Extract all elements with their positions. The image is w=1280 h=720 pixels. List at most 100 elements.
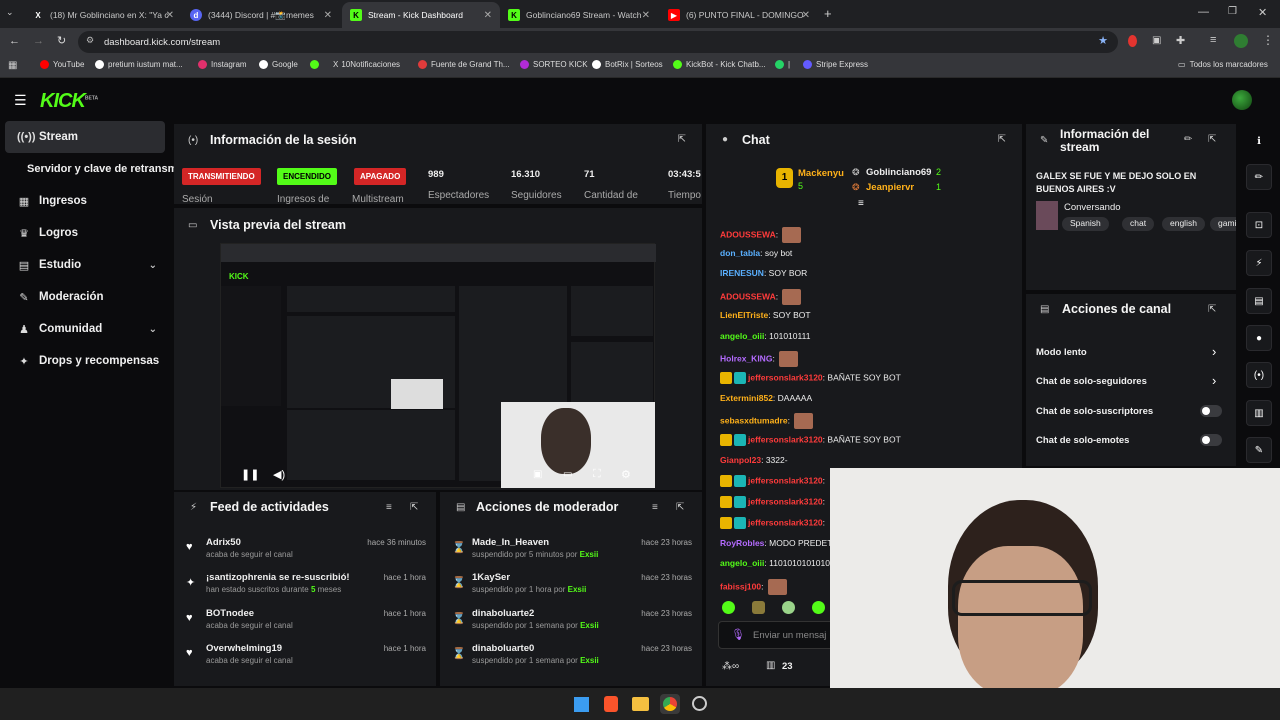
all-bookmarks[interactable]: ▭ Todos los marcadores bbox=[1178, 60, 1268, 69]
pip-icon[interactable]: ▣ bbox=[533, 469, 542, 480]
chevron-right-icon[interactable]: › bbox=[1212, 344, 1216, 359]
theater-icon[interactable]: ▭ bbox=[563, 469, 572, 480]
emote-icon[interactable] bbox=[812, 601, 825, 614]
lightning-icon[interactable]: ⚡ bbox=[1246, 250, 1272, 276]
chat-username[interactable]: angelo_oiii bbox=[720, 558, 764, 568]
back-icon[interactable]: ← bbox=[9, 35, 20, 47]
chat-username[interactable]: Extermini852 bbox=[720, 393, 773, 403]
chat-username[interactable]: RoyRobles bbox=[720, 538, 764, 548]
chat-username[interactable]: ADOUSSEWA bbox=[720, 229, 776, 239]
bookmark-whatsapp[interactable]: | bbox=[775, 60, 790, 69]
microphone-icon[interactable]: 🎙 bbox=[731, 628, 745, 641]
popout-icon[interactable]: ⇱ bbox=[1208, 304, 1216, 315]
close-window-icon[interactable]: ✕ bbox=[1258, 6, 1267, 19]
popout-icon[interactable]: ⇱ bbox=[410, 502, 418, 513]
sidebar-item-server-key[interactable]: Servidor y clave de retransm bbox=[5, 153, 175, 185]
option-label[interactable]: Modo lento bbox=[1036, 347, 1087, 358]
close-icon[interactable]: ✕ bbox=[802, 10, 810, 21]
tab-search-icon[interactable]: ⌄ bbox=[6, 7, 14, 18]
bookmark-google[interactable]: Google bbox=[259, 60, 298, 69]
chevron-down-icon[interactable]: ⌄ bbox=[149, 260, 157, 271]
close-icon[interactable]: ✕ bbox=[324, 10, 332, 21]
address-bar[interactable]: ⚙ dashboard.kick.com/stream ★ bbox=[78, 31, 1118, 53]
tab-discord[interactable]: d (3444) Discord | #📸memes ✕ bbox=[182, 2, 340, 28]
popout-icon[interactable]: ⇱ bbox=[678, 134, 686, 145]
chat-username[interactable]: angelo_oiii bbox=[720, 331, 764, 341]
media-icon[interactable]: ≡ bbox=[1210, 34, 1216, 46]
tab-youtube[interactable]: ▶ (6) PUNTO FINAL - DOMINGO ✕ bbox=[660, 2, 818, 28]
sidebar-item-stream[interactable]: ((•)) Stream bbox=[5, 121, 165, 153]
filter-icon[interactable]: ≡ bbox=[652, 502, 658, 513]
popout-icon[interactable]: ⇱ bbox=[676, 502, 684, 513]
file-explorer-icon[interactable] bbox=[632, 697, 649, 711]
clip-icon[interactable]: ⊡ bbox=[1246, 212, 1272, 238]
chevron-down-icon[interactable]: ⌄ bbox=[149, 324, 157, 335]
chat-username[interactable]: jeffersonslark3120 bbox=[748, 517, 823, 527]
close-icon[interactable]: ✕ bbox=[166, 10, 174, 21]
bookmark-grand-theft[interactable]: Fuente de Grand Th... bbox=[418, 60, 510, 69]
stream-video-player[interactable]: KICK ❚❚ ◀) ▣ ▭ ⛶ ⚙ bbox=[220, 243, 656, 488]
option-label[interactable]: Chat de solo-suscriptores bbox=[1036, 406, 1153, 417]
category-name[interactable]: Conversando bbox=[1064, 202, 1121, 213]
bookmark-botrix[interactable]: BotRix | Sorteos bbox=[592, 60, 663, 69]
pause-icon[interactable]: ❚❚ bbox=[241, 468, 259, 481]
extension-icon[interactable] bbox=[1128, 35, 1137, 47]
sidebar-item-comunidad[interactable]: ♟ Comunidad ⌄ bbox=[5, 313, 165, 345]
close-icon[interactable]: ✕ bbox=[484, 10, 492, 21]
toggle-switch[interactable] bbox=[1200, 434, 1222, 446]
emote-icon[interactable] bbox=[722, 601, 735, 614]
chevron-right-icon[interactable]: › bbox=[1212, 373, 1216, 388]
broadcast-icon[interactable]: (•) bbox=[1246, 362, 1272, 388]
profile-avatar[interactable] bbox=[1234, 34, 1248, 48]
emote-icon[interactable] bbox=[782, 601, 795, 614]
apps-grid-icon[interactable]: ▦ bbox=[8, 60, 17, 71]
chat-username[interactable]: IRENESUN bbox=[720, 268, 764, 278]
chat-username[interactable]: ADOUSSEWA bbox=[720, 291, 776, 301]
leaderboard-user[interactable]: Goblinciano69 bbox=[866, 167, 931, 178]
fullscreen-icon[interactable]: ⛶ bbox=[593, 468, 601, 481]
bookmark-star-icon[interactable]: ★ bbox=[1098, 34, 1108, 47]
windows-start-icon[interactable] bbox=[574, 697, 589, 712]
bookmark-extension[interactable] bbox=[310, 60, 323, 69]
bookmark-notificaciones[interactable]: X 10Notificaciones bbox=[333, 60, 400, 69]
sidebar-item-logros[interactable]: ♛ Logros bbox=[5, 217, 165, 249]
popout-icon[interactable]: ⇱ bbox=[998, 134, 1006, 145]
chat-username[interactable]: sebasxdtumadre bbox=[720, 416, 788, 426]
info-icon[interactable]: ℹ bbox=[1246, 128, 1272, 154]
bookmark-youtube[interactable]: YouTube bbox=[40, 60, 84, 69]
sidebar-item-moderacion[interactable]: ✎ Moderación bbox=[5, 281, 165, 313]
kick-logo[interactable]: KICKBETA bbox=[40, 90, 98, 113]
document-icon[interactable]: ▤ bbox=[1246, 288, 1272, 314]
chrome-icon[interactable] bbox=[663, 697, 677, 711]
obs-icon[interactable] bbox=[692, 696, 707, 711]
reload-icon[interactable]: ↻ bbox=[57, 34, 66, 47]
volume-icon[interactable]: ◀) bbox=[273, 468, 285, 481]
expand-leaderboard-icon[interactable]: ≡ bbox=[858, 198, 864, 209]
chat-username[interactable]: jeffersonslark3120 bbox=[748, 476, 823, 486]
forward-icon[interactable]: → bbox=[33, 35, 44, 47]
sidebar-item-ingresos[interactable]: ▦ Ingresos bbox=[5, 185, 165, 217]
chat-username[interactable]: jeffersonslark3120 bbox=[748, 372, 823, 382]
chat-username[interactable]: fabissj100 bbox=[720, 581, 761, 591]
emote-icon[interactable] bbox=[752, 601, 765, 614]
new-tab-icon[interactable]: + bbox=[824, 6, 832, 21]
edit-pencil-icon[interactable]: ✏ bbox=[1246, 164, 1272, 190]
moderator-icon[interactable]: ▥ bbox=[1246, 400, 1272, 426]
hamburger-menu-icon[interactable]: ☰ bbox=[14, 92, 27, 109]
option-label[interactable]: Chat de solo-seguidores bbox=[1036, 376, 1147, 387]
minimize-icon[interactable]: — bbox=[1198, 6, 1209, 18]
chat-username[interactable]: jeffersonslark3120 bbox=[748, 496, 823, 506]
chat-username[interactable]: Holrex_KING bbox=[720, 353, 772, 363]
bookmark-sorteo-kick[interactable]: SORTEO KICK bbox=[520, 60, 588, 69]
wrench-icon[interactable]: ✎ bbox=[1246, 437, 1272, 463]
tab-kick-watch[interactable]: K Goblinciano69 Stream - Watch ✕ bbox=[500, 2, 658, 28]
chat-username[interactable]: Gianpol23 bbox=[720, 455, 761, 465]
chat-bubble-icon[interactable]: ● bbox=[1246, 325, 1272, 351]
brave-icon[interactable] bbox=[604, 696, 618, 712]
option-label[interactable]: Chat de solo-emotes bbox=[1036, 435, 1129, 446]
leaderboard-user[interactable]: Mackenyu bbox=[798, 168, 844, 179]
extensions-puzzle-icon[interactable]: ✚ bbox=[1176, 34, 1185, 47]
user-avatar[interactable] bbox=[1232, 90, 1252, 110]
chat-username[interactable]: LienElTriste bbox=[720, 310, 768, 320]
filter-icon[interactable]: ≡ bbox=[386, 502, 392, 513]
